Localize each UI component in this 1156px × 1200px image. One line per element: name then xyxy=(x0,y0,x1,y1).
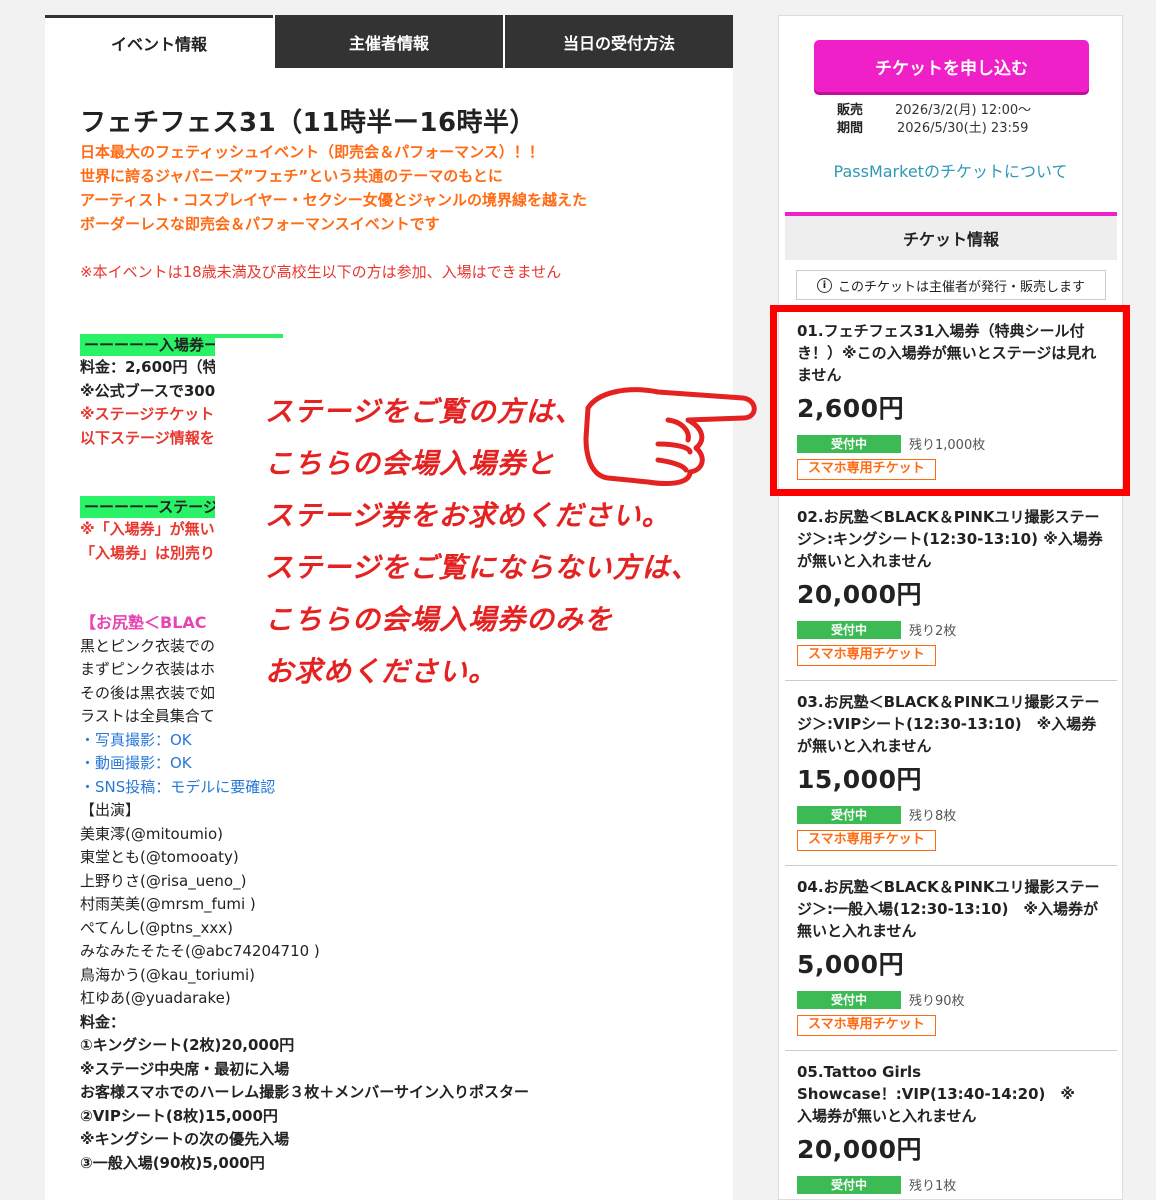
annotation-text: ステージ券をお求めください。 xyxy=(265,499,671,532)
ticket-remaining: 残り1枚 xyxy=(909,1179,957,1194)
ticket-info-title: チケット情報 xyxy=(785,216,1117,260)
tab-organizer-info[interactable]: 主催者情報 xyxy=(273,15,503,68)
cast-label: 【出演】 xyxy=(80,801,141,819)
ticket-price: 15,000円 xyxy=(797,765,922,794)
fee-line: ※ステージ中央席・最初に入場 xyxy=(80,1059,290,1078)
fee-line: ③一般入場(90枚)5,000円 xyxy=(80,1153,265,1172)
ticket-item[interactable]: 04.お尻塾＜BLACK＆PINKユリ撮影ステージ＞:一般入場(12:30-13… xyxy=(785,866,1117,1051)
cast-member: 東堂とも(@tomooaty) xyxy=(80,848,239,866)
ticket-remaining: 残り2枚 xyxy=(909,624,957,639)
issuer-note: i このチケットは主催者が発行・販売します xyxy=(796,270,1106,300)
apply-ticket-button[interactable]: チケットを申し込む xyxy=(814,40,1089,92)
ticket-price: 20,000円 xyxy=(797,1135,922,1164)
ticket-name: 05.Tattoo Girls Showcase！:VIP(13:40-14:2… xyxy=(797,1063,1075,1125)
sale-label: 販売 xyxy=(837,103,864,118)
ticket-price: 5,000円 xyxy=(797,950,905,979)
rule-line: ・写真撮影：OK xyxy=(80,730,192,749)
annotation-text: ステージをご覧にならない方は、 xyxy=(265,551,700,584)
ticket-remaining: 残り8枚 xyxy=(909,809,957,824)
stage-section-header: ーーーーーステージ xyxy=(80,496,220,518)
intro-line: アーティスト・コスプレイヤー・セクシー女優とジャンルの境界線を越えた xyxy=(80,191,588,209)
ticket-price: 20,000円 xyxy=(797,580,922,609)
cast-member: ぺてんし(@ptns_xxx) xyxy=(80,918,233,937)
ticket-sidebar: チケットを申し込む 販売 期間 2026/3/2(月) 12:00～ 2026/… xyxy=(778,15,1123,1200)
intro-line: 日本最大のフェティッシュイベント（即売会＆パフォーマンス）！！ xyxy=(80,143,544,161)
sale-end: 2026/5/30(土) 23:59 xyxy=(897,121,1029,136)
ticket-item[interactable]: 03.お尻塾＜BLACK＆PINKユリ撮影ステージ＞:VIPシート(12:30-… xyxy=(785,681,1117,866)
pointing-hand-icon xyxy=(583,387,757,487)
smartphone-only-tag: スマホ専用チケット xyxy=(797,645,936,666)
cast-member: みなみたそたそ(@abc74204710 ) xyxy=(80,942,320,960)
annotation-text: ステージをご覧の方は、 xyxy=(265,395,584,428)
oshiri-line: ラストは全員集合て xyxy=(80,707,215,725)
rule-line: ・SNS投稿：モデルに要確認 xyxy=(80,777,276,796)
status-badge: 受付中 xyxy=(797,620,901,639)
ticket-item[interactable]: 05.Tattoo Girls Showcase！:VIP(13:40-14:2… xyxy=(785,1051,1117,1199)
event-title: フェチフェス31（11時半ー16時半） xyxy=(80,108,537,138)
sale-label: 期間 xyxy=(837,121,864,136)
ticket-remaining: 残り90枚 xyxy=(909,994,965,1009)
ticket-name: 02.お尻塾＜BLACK＆PINKユリ撮影ステージ＞:キングシート(12:30-… xyxy=(797,508,1103,570)
fee-line: ②VIPシート(8枚)15,000円 xyxy=(80,1106,278,1125)
cast-member: 美東澪(@mitoumio) xyxy=(80,824,224,843)
passmarket-info-link[interactable]: PassMarketのチケットについて xyxy=(779,158,1122,182)
status-badge: 受付中 xyxy=(797,990,901,1009)
cast-member: 上野りさ(@risa_ueno_) xyxy=(80,871,247,890)
fee-line: ※キングシートの次の優先入場 xyxy=(80,1130,290,1148)
cast-member: 村雨芙美(@mrsm_fumi ) xyxy=(80,895,256,913)
annotation-text: こちらの会場入場券と xyxy=(265,447,556,480)
intro-line: 世界に誇るジャパニーズ”フェチ”という共通のテーマのもとに xyxy=(80,167,503,185)
sale-start: 2026/3/2(月) 12:00～ xyxy=(895,103,1032,118)
issuer-note-text: このチケットは主催者が発行・販売します xyxy=(837,279,1085,295)
annotation-text: お求めください。 xyxy=(265,655,498,688)
status-badge: 受付中 xyxy=(797,1175,901,1194)
ticket-item[interactable]: 02.お尻塾＜BLACK＆PINKユリ撮影ステージ＞:キングシート(12:30-… xyxy=(785,496,1117,681)
tab-bar: イベント情報 主催者情報 当日の受付方法 xyxy=(45,15,733,68)
tab-reception-method[interactable]: 当日の受付方法 xyxy=(503,15,733,68)
tab-event-info[interactable]: イベント情報 xyxy=(45,15,273,68)
info-icon: i xyxy=(816,277,832,293)
ticket-name: 04.お尻塾＜BLACK＆PINKユリ撮影ステージ＞:一般入場(12:30-13… xyxy=(797,878,1100,940)
age-notice: ※本イベントは18歳未満及び高校生以下の方は参加、入場はできません xyxy=(80,263,562,281)
status-badge: 受付中 xyxy=(797,805,901,824)
annotation-text: こちらの会場入場券のみを xyxy=(265,603,614,636)
rule-line: ・動画撮影：OK xyxy=(80,754,192,772)
cast-member: 鳥海かう(@kau_toriumi) xyxy=(80,965,256,984)
fee-line: お客様スマホでのハーレム撮影３枚＋メンバーサイン入りポスター xyxy=(80,1083,529,1101)
ticket-name: 03.お尻塾＜BLACK＆PINKユリ撮影ステージ＞:VIPシート(12:30-… xyxy=(797,693,1100,755)
intro-line: ボーダーレスな即売会＆パフォーマンスイベントです xyxy=(80,215,440,233)
cast-member: 杠ゆあ(@yuadarake) xyxy=(80,989,231,1007)
highlight-frame xyxy=(770,305,1130,496)
fee-label: 料金： xyxy=(80,1012,126,1031)
smartphone-only-tag: スマホ専用チケット xyxy=(797,1015,936,1036)
smartphone-only-tag: スマホ専用チケット xyxy=(797,830,936,851)
fee-line: ①キングシート(2枚)20,000円 xyxy=(80,1036,295,1054)
